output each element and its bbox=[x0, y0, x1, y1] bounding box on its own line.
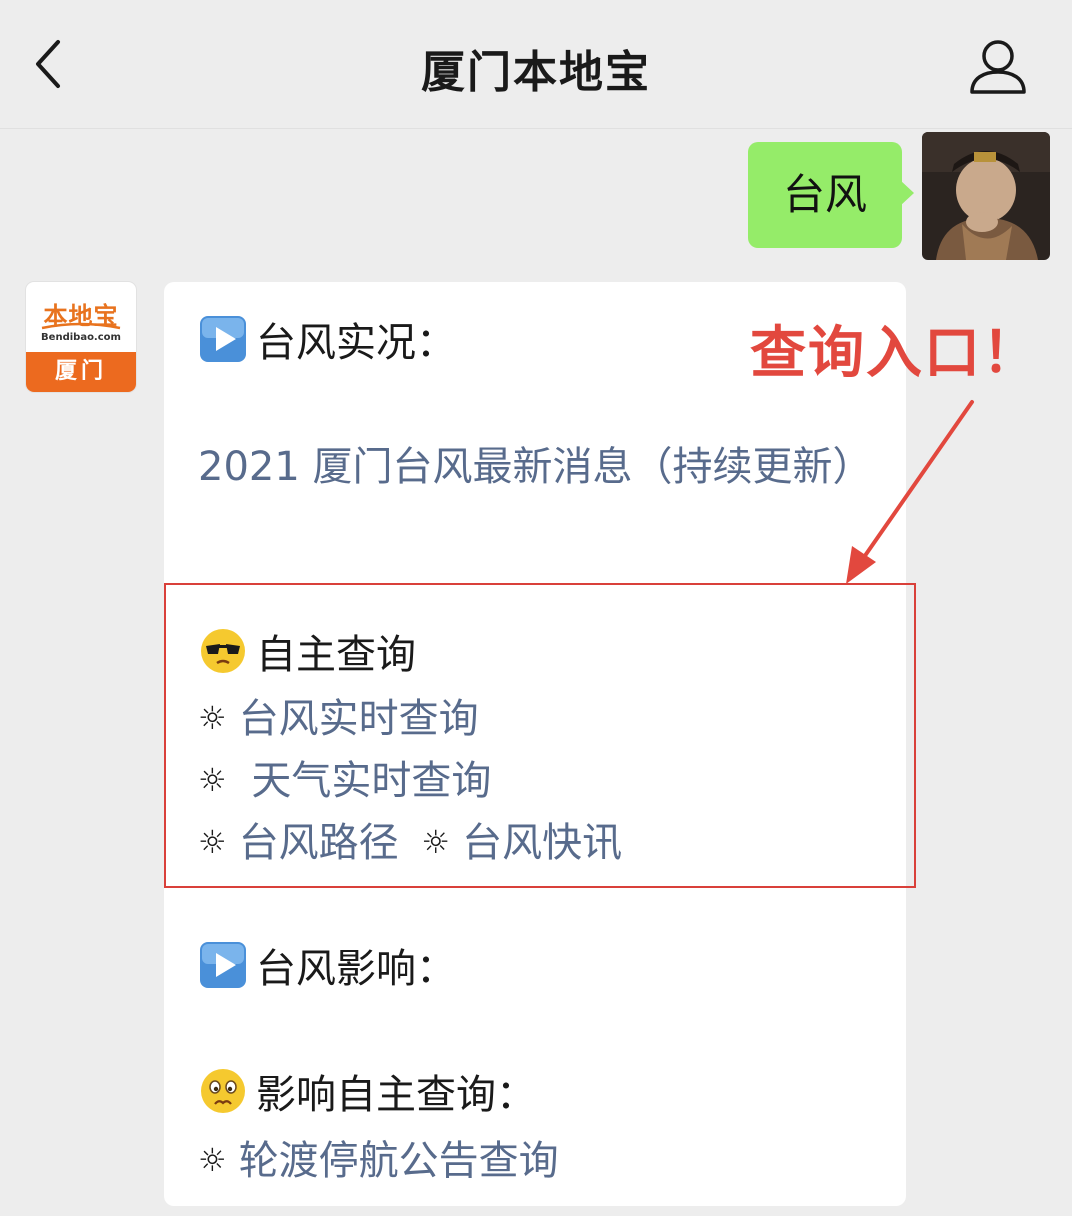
sunglasses-emoji-icon bbox=[201, 629, 245, 673]
ferry-notice-row: ☼ 轮渡停航公告查询 bbox=[198, 1128, 559, 1186]
bendibao-logo-url: Bendibao.com bbox=[41, 332, 121, 343]
outgoing-bubble-tail bbox=[900, 180, 914, 206]
play-button-icon bbox=[200, 316, 246, 362]
bendibao-logo-city: 厦门 bbox=[26, 352, 136, 392]
profile-icon bbox=[970, 40, 1026, 94]
sun-bullet-icon: ☼ bbox=[198, 823, 227, 861]
typhoon-realtime-link[interactable]: 台风实时查询 bbox=[239, 696, 479, 742]
user-avatar-image bbox=[922, 132, 1050, 260]
sun-bullet-icon: ☼ bbox=[421, 823, 451, 861]
typhoon-news-link[interactable]: 2021 厦门台风最新消息（持续更新） bbox=[198, 436, 888, 498]
outgoing-message-bubble[interactable]: 台风 bbox=[748, 142, 902, 248]
weather-realtime-row: ☼ 天气实时查询 bbox=[198, 748, 491, 806]
query-entry-annotation: 查询入口！ bbox=[750, 321, 1040, 386]
logo-swoosh-icon bbox=[41, 322, 121, 330]
chat-title: 厦门本地宝 bbox=[421, 47, 651, 98]
ferry-suspension-notice-link[interactable]: 轮渡停航公告查询 bbox=[239, 1138, 559, 1184]
typhoon-path-news-row: ☼ 台风路径 ☼ 台风快讯 bbox=[198, 810, 622, 868]
typhoon-flash-news-link[interactable]: 台风快讯 bbox=[462, 820, 622, 866]
impact-query-heading: 影响自主查询： bbox=[198, 1062, 536, 1120]
play-button-icon bbox=[200, 942, 246, 988]
sun-bullet-icon: ☼ bbox=[198, 1141, 227, 1179]
chat-header: 厦门本地宝 bbox=[0, 0, 1072, 129]
outgoing-message-text: 台风 bbox=[782, 170, 867, 219]
self-query-heading: 自主查询 bbox=[198, 622, 416, 680]
sun-bullet-icon: ☼ bbox=[198, 761, 227, 799]
typhoon-realtime-row: ☼ 台风实时查询 bbox=[198, 686, 479, 744]
profile-button[interactable] bbox=[966, 34, 1030, 98]
incoming-message-bubble: 台风实况： 2021 厦门台风最新消息（持续更新） 自主查询 ☼ 台风实时查询 ☼… bbox=[164, 282, 906, 1206]
live-status-heading: 台风实况： bbox=[198, 310, 456, 368]
impact-heading: 台风影响： bbox=[198, 936, 456, 994]
sun-bullet-icon: ☼ bbox=[198, 699, 227, 737]
weather-realtime-link[interactable]: 天气实时查询 bbox=[239, 758, 491, 804]
typhoon-path-link[interactable]: 台风路径 bbox=[239, 820, 399, 866]
worried-emoji-icon bbox=[201, 1069, 245, 1113]
user-avatar[interactable] bbox=[922, 132, 1050, 260]
bendibao-avatar[interactable]: 本地宝 Bendibao.com 厦门 bbox=[26, 282, 136, 392]
